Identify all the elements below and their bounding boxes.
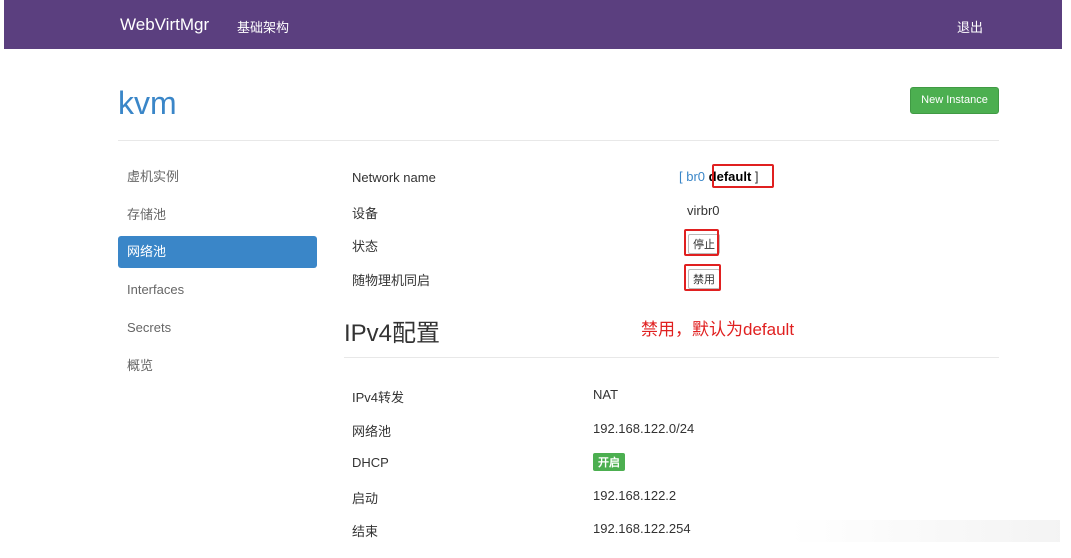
sidebar-item-storage[interactable]: 存储池 bbox=[118, 199, 317, 231]
watermark-fade bbox=[790, 520, 1060, 542]
sidebar-item-interfaces[interactable]: Interfaces bbox=[118, 274, 317, 306]
dhcp-label: DHCP bbox=[352, 455, 389, 470]
state-label: 状态 bbox=[352, 239, 379, 254]
dhcp-start-value: 192.168.122.2 bbox=[593, 488, 677, 503]
sidebar-item-networks[interactable]: 网络池 bbox=[118, 236, 317, 268]
brand-link[interactable]: WebVirtMgr bbox=[120, 15, 209, 35]
network-name-label: Network name bbox=[352, 170, 436, 185]
device-label: 设备 bbox=[352, 206, 379, 221]
dhcp-end-label: 结束 bbox=[352, 524, 379, 539]
annotation-note: 禁用，默认为default bbox=[641, 320, 795, 339]
dhcp-start-label: 启动 bbox=[352, 491, 379, 506]
infrastructure-link[interactable]: 基础架构 bbox=[237, 17, 289, 36]
divider bbox=[344, 357, 999, 358]
logout-link[interactable]: 退出 bbox=[957, 17, 983, 36]
sidebar-item-overview[interactable]: 概览 bbox=[118, 350, 317, 382]
device-value: virbr0 bbox=[687, 203, 720, 218]
divider bbox=[118, 140, 999, 141]
dhcp-end-value: 192.168.122.254 bbox=[593, 521, 691, 536]
new-instance-button[interactable]: New Instance bbox=[910, 87, 999, 114]
ipv4-network-label: 网络池 bbox=[352, 424, 392, 439]
highlight-box-disable bbox=[684, 264, 721, 291]
ipv4-forward-value: NAT bbox=[593, 387, 619, 402]
autostart-label: 随物理机同启 bbox=[352, 273, 431, 288]
page-title: kvm bbox=[118, 85, 177, 121]
ipv4-section-title: IPv4配置 bbox=[344, 320, 441, 347]
highlight-box-stop bbox=[684, 229, 719, 256]
dhcp-status-badge: 开启 bbox=[593, 453, 625, 471]
sidebar-item-secrets[interactable]: Secrets bbox=[118, 312, 317, 344]
ipv4-forward-label: IPv4转发 bbox=[352, 390, 405, 405]
highlight-box-default bbox=[712, 164, 774, 188]
top-navbar: WebVirtMgr 基础架构 退出 bbox=[4, 0, 1062, 49]
network-link-br0[interactable]: br0 bbox=[686, 169, 705, 184]
sidebar-item-instances[interactable]: 虚机实例 bbox=[118, 161, 317, 193]
ipv4-network-value: 192.168.122.0/24 bbox=[593, 421, 695, 436]
